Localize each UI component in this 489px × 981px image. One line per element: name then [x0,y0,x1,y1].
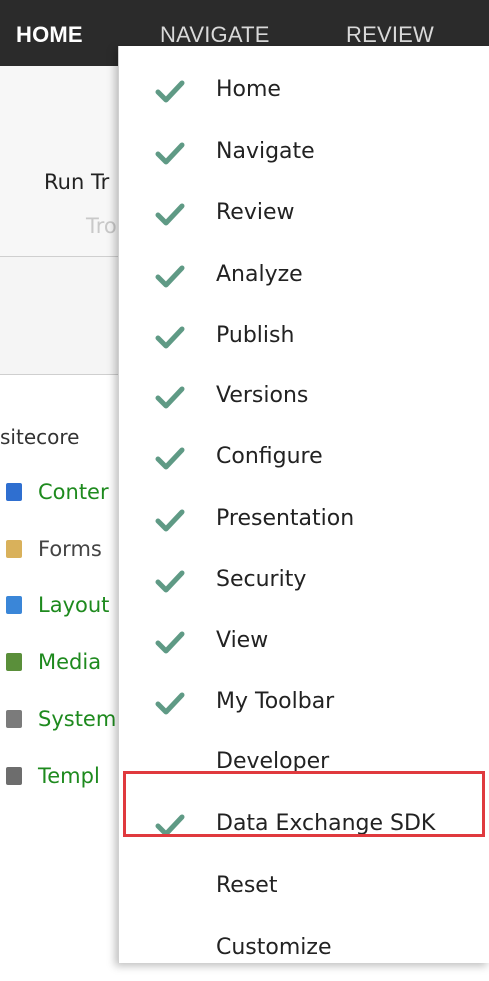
menu-item-label: Versions [216,383,309,408]
templates-icon [6,767,22,785]
tab-review[interactable]: REVIEW [346,22,434,48]
checkmark-icon [155,141,185,165]
menu-item-customize[interactable]: Customize [119,919,489,981]
menu-item-label: Home [216,77,281,102]
checkmark-icon [155,691,185,715]
menu-item-publish[interactable]: Publish [119,307,489,369]
forms-icon [6,540,22,558]
menu-item-label: View [216,628,269,653]
menu-item-analyze[interactable]: Analyze [119,246,489,308]
checkmark-icon [155,508,185,532]
menu-item-presentation[interactable]: Presentation [119,490,489,552]
menu-item-my-toolbar[interactable]: My Toolbar [119,673,489,735]
checkmark-icon [155,385,185,409]
menu-item-home[interactable]: Home [119,61,489,123]
system-icon [6,710,22,728]
menu-item-label: Reset [216,873,278,898]
menu-item-label: Review [216,200,295,225]
checkmark-icon [155,569,185,593]
tab-navigate[interactable]: NAVIGATE [160,22,270,48]
layout-icon [6,596,22,614]
menu-item-label: Publish [216,323,295,348]
checkmark-icon [155,630,185,654]
menu-item-navigate[interactable]: Navigate [119,123,489,185]
menu-item-versions[interactable]: Versions [119,367,489,429]
menu-item-reset[interactable]: Reset [119,857,489,919]
tree-item-label: Templ [38,764,100,788]
tree-item-label: Media [38,650,102,674]
menu-item-label: Presentation [216,506,355,531]
checkmark-icon [155,264,185,288]
menu-item-label: Configure [216,444,323,469]
menu-item-security[interactable]: Security [119,551,489,613]
tab-home[interactable]: HOME [16,22,83,48]
menu-item-configure[interactable]: Configure [119,428,489,490]
menu-item-label: Security [216,567,307,592]
tree-item-label: Conter [38,480,109,504]
menu-item-view[interactable]: View [119,612,489,674]
checkmark-icon [155,446,185,470]
run-button-label[interactable]: Run Tr [44,170,109,194]
menu-item-review[interactable]: Review [119,184,489,246]
tree-item-label: Forms [38,537,102,561]
media-icon [6,653,22,671]
tree-root-sitecore[interactable]: sitecore [0,425,79,449]
checkmark-icon [155,79,185,103]
menu-item-label: Navigate [216,139,315,164]
tree-item-label: System [38,707,117,731]
highlight-box [123,771,485,837]
ribbon-group-label: Tro [86,214,117,238]
menu-item-label: My Toolbar [216,689,335,714]
menu-item-label: Analyze [216,262,303,287]
menu-item-label: Customize [216,935,332,960]
checkmark-icon [155,202,185,226]
checkmark-icon [155,325,185,349]
content-icon [6,483,22,501]
tree-item-label: Layout [38,593,110,617]
